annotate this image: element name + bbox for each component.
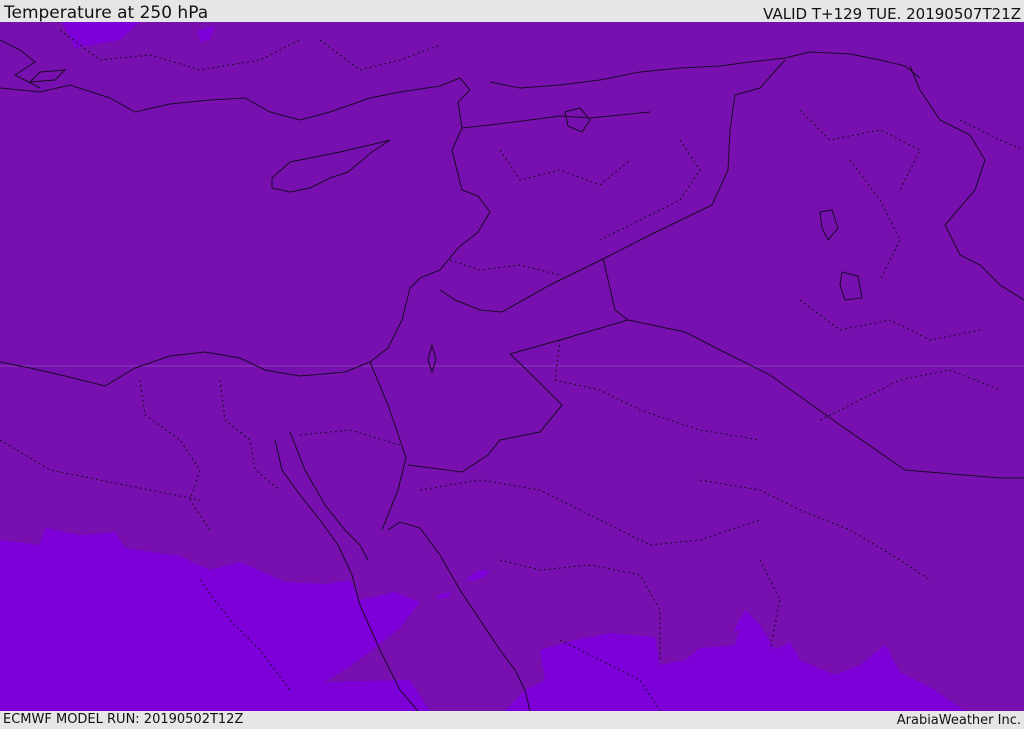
map-header: Temperature at 250 hPa VALID T+129 TUE. … bbox=[0, 0, 1024, 23]
map-title: Temperature at 250 hPa bbox=[4, 3, 209, 23]
weather-map bbox=[0, 22, 1024, 711]
valid-time: VALID T+129 TUE. 20190507T21Z bbox=[763, 5, 1021, 23]
model-run-label: ECMWF MODEL RUN: 20190502T12Z bbox=[3, 712, 244, 727]
credit-label: ArabiaWeather Inc. bbox=[896, 713, 1021, 728]
map-footer: ECMWF MODEL RUN: 20190502T12Z ArabiaWeat… bbox=[0, 711, 1024, 729]
